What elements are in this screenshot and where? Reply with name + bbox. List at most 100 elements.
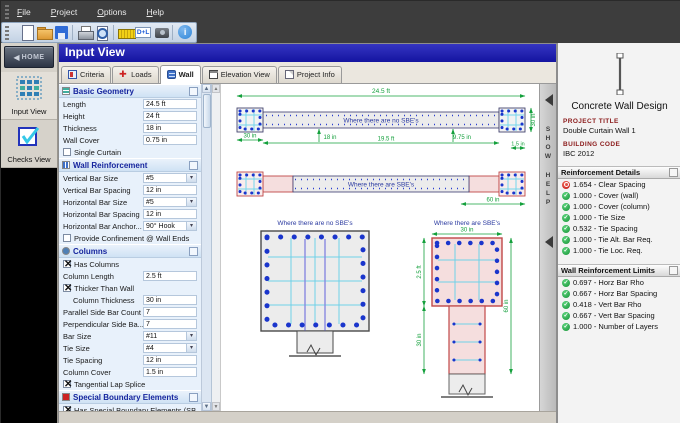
check-item: 0.667 - Vert Bar Spacing — [558, 310, 680, 321]
section-help-button[interactable] — [669, 266, 678, 275]
status-strip — [59, 411, 556, 423]
scroll-up-icon[interactable]: ▲ — [202, 84, 211, 93]
input-view-icon — [16, 76, 42, 100]
vertical-bar-size-dropdown[interactable]: #5 — [143, 173, 197, 183]
scroll-up-icon[interactable]: ▲ — [212, 84, 220, 93]
status-icon — [562, 322, 570, 331]
print-preview-icon[interactable] — [94, 24, 110, 41]
check-item: 1.654 - Clear Spacing — [558, 179, 680, 190]
length-label: Length — [63, 99, 86, 109]
horizontal-bar-spacing-input[interactable]: 12 in — [143, 209, 197, 219]
horizontal-bar-size-dropdown[interactable]: #5 — [143, 197, 197, 207]
sidebar-item-input-view[interactable]: Input View — [1, 72, 57, 120]
tab-loads[interactable]: Loads — [112, 66, 159, 83]
tangential-lap-splice-checkbox[interactable] — [63, 380, 71, 388]
section-special-boundary-elements[interactable]: Special Boundary Elements — [59, 390, 201, 404]
section-basic-geometry[interactable]: Basic Geometry — [59, 84, 201, 98]
status-icon — [562, 224, 570, 233]
section-help-button[interactable] — [189, 246, 198, 256]
sbe-flag-icon — [62, 393, 70, 401]
provide-confinement-checkbox[interactable] — [63, 234, 71, 242]
thickness-label: Thickness — [63, 123, 97, 133]
ruler-icon[interactable] — [117, 24, 136, 41]
loads-icon — [119, 70, 128, 79]
has-columns-checkbox[interactable] — [63, 260, 71, 268]
plan-no-sbe: 24.5 ft Where there are no SBE's 30 in 1… — [236, 88, 537, 150]
drawing-canvas[interactable]: 24.5 ft Where there are no SBE's 30 in 1… — [221, 84, 539, 411]
tie-spacing-input[interactable]: 12 in — [143, 355, 197, 365]
wall-limits-header[interactable]: Wall Reinforcement Limits — [558, 264, 680, 277]
section-sbe: Where there are SBE's 30 in 2.5 ft 30 in… — [417, 220, 513, 398]
check-item: 1.000 - Number of Layers — [558, 321, 680, 332]
column-cover-input[interactable]: 1.5 in — [143, 367, 197, 377]
scroll-down-icon[interactable]: ▼ — [212, 402, 220, 411]
parallel-side-bar-count-input[interactable]: 7 — [143, 307, 197, 317]
height-input[interactable]: 24 ft — [143, 111, 197, 121]
app-window: File Project Options Help D+L ◀ HOME — [0, 0, 680, 423]
criteria-icon — [68, 70, 77, 79]
bar-size-dropdown[interactable]: #11 — [143, 331, 197, 341]
tab-elevation-view[interactable]: Elevation View — [201, 66, 277, 83]
capture-icon[interactable] — [153, 24, 170, 41]
scroll-thumb[interactable] — [203, 94, 211, 128]
collapse-arrow-icon[interactable] — [539, 94, 553, 106]
home-button[interactable]: ◀ HOME — [4, 46, 54, 68]
menu-options[interactable]: Options — [97, 7, 126, 17]
section-help-button[interactable] — [189, 86, 198, 96]
section-wall-reinforcement[interactable]: Wall Reinforcement — [59, 158, 201, 172]
load-combination-icon[interactable]: D+L — [134, 24, 152, 41]
tab-criteria[interactable]: Criteria — [61, 66, 112, 83]
section-help-button[interactable] — [189, 160, 198, 170]
thicker-than-wall-checkbox[interactable] — [63, 284, 71, 292]
tab-label: Wall — [178, 70, 194, 79]
section-help-button[interactable] — [669, 168, 678, 177]
menu-help[interactable]: Help — [147, 7, 164, 17]
section-no-sbe: Where there are no SBE's — [260, 220, 370, 357]
perpendicular-side-bar-input[interactable]: 7 — [143, 319, 197, 329]
form-scrollbar[interactable]: ▲ ▼ — [201, 84, 211, 411]
menu-file[interactable]: File — [17, 7, 31, 17]
single-curtain-checkbox[interactable] — [63, 148, 71, 156]
show-label: SHOW — [544, 126, 552, 162]
section-columns[interactable]: Columns — [59, 244, 201, 258]
new-document-icon[interactable] — [18, 24, 34, 41]
toolbar-grip[interactable] — [5, 25, 9, 40]
wall-diagrams: 24.5 ft Where there are no SBE's 30 in 1… — [236, 88, 537, 398]
save-icon[interactable] — [53, 24, 69, 41]
page-title: Input View — [59, 44, 556, 62]
check-item: 1.000 - Tie Alt. Bar Req. — [558, 234, 680, 245]
wall-cover-input[interactable]: 0.75 in — [143, 135, 197, 145]
thickness-input[interactable]: 18 in — [143, 123, 197, 133]
svg-text:2.5 ft: 2.5 ft — [417, 265, 423, 279]
tie-size-dropdown[interactable]: #4 — [143, 343, 197, 353]
collapse-arrow-icon[interactable] — [539, 236, 553, 248]
length-input[interactable]: 24.5 ft — [143, 99, 197, 109]
has-sbe-checkbox[interactable] — [63, 406, 71, 411]
menu-grip[interactable] — [5, 4, 9, 19]
building-code-label: BUILDING CODE — [563, 141, 621, 148]
svg-text:19.5 ft: 19.5 ft — [378, 137, 395, 143]
tab-project-info[interactable]: Project Info — [277, 66, 342, 83]
svg-text:Where there are SBE's: Where there are SBE's — [348, 182, 415, 189]
check-item: 0.418 - Vert Bar Rho — [558, 299, 680, 310]
canvas-scrollbar[interactable]: ▲ ▼ — [212, 84, 221, 411]
menu-project[interactable]: Project — [51, 7, 77, 17]
column-length-input[interactable]: 2.5 ft — [143, 271, 197, 281]
sidebar-item-checks-view[interactable]: Checks View — [1, 120, 57, 168]
menu-bar: File Project Options Help — [1, 1, 680, 22]
reinforcement-icon — [62, 161, 70, 169]
tab-label: Project Info — [296, 70, 335, 79]
column-thickness-input[interactable]: 30 in — [143, 295, 197, 305]
help-icon[interactable] — [176, 24, 193, 41]
scroll-down-icon[interactable]: ▼ — [202, 402, 211, 411]
section-help-button[interactable] — [189, 392, 198, 402]
window-chrome: File Project Options Help D+L — [1, 1, 680, 43]
svg-text:30 in: 30 in — [531, 113, 537, 126]
print-icon[interactable] — [76, 24, 95, 41]
show-help-strip[interactable]: SHOW HELP — [539, 84, 556, 411]
reinforcement-details-header[interactable]: Reinforcement Details — [558, 166, 680, 179]
open-folder-icon[interactable] — [35, 24, 54, 41]
tab-wall[interactable]: Wall — [159, 65, 201, 84]
vertical-bar-spacing-input[interactable]: 12 in — [143, 185, 197, 195]
horizontal-bar-anchor-dropdown[interactable]: 90° Hook — [143, 221, 197, 231]
